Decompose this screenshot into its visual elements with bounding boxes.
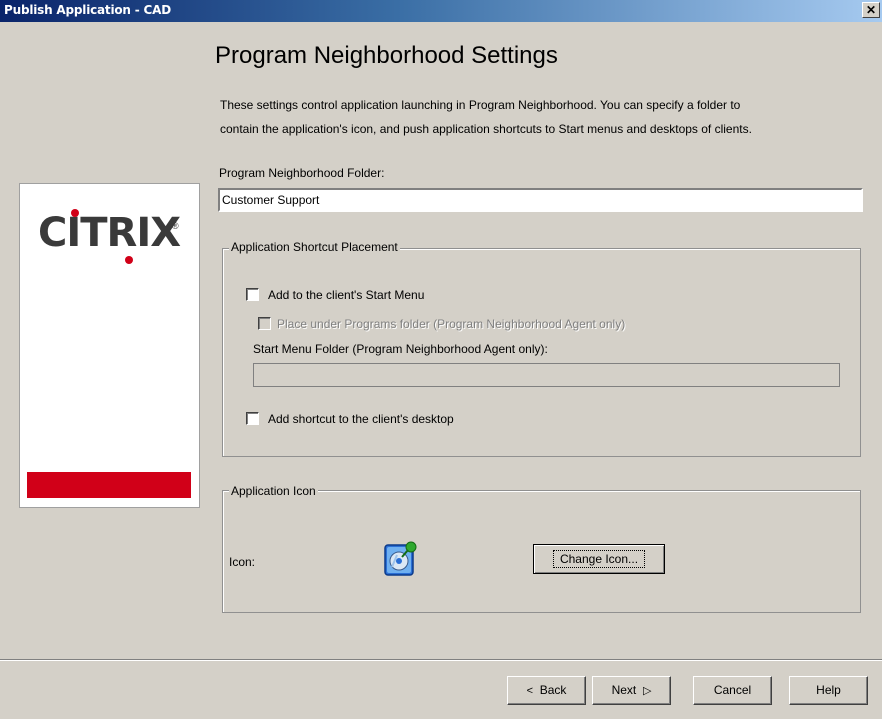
publish-application-dialog: Publish Application - CAD ✕ CITRIX ® Pro… <box>0 0 882 719</box>
change-icon-button[interactable]: Change Icon... <box>533 544 665 574</box>
logo-red-bar <box>27 472 191 498</box>
logo-dot <box>125 256 133 264</box>
place-under-programs-label: Place under Programs folder (Program Nei… <box>277 317 626 331</box>
application-cd-pushpin-icon <box>384 541 417 576</box>
change-icon-label: Change Icon... <box>552 549 646 568</box>
close-button[interactable]: ✕ <box>862 2 880 18</box>
registered-mark: ® <box>172 221 179 231</box>
next-button[interactable]: Next ▷ <box>592 676 671 705</box>
footer-separator-highlight <box>0 660 882 661</box>
citrix-logo-panel: CITRIX ® <box>19 183 200 508</box>
back-button[interactable]: ˂ Back <box>507 676 586 705</box>
window-title: Publish Application - CAD <box>4 3 171 17</box>
page-title: Program Neighborhood Settings <box>215 42 558 69</box>
folder-label: Program Neighborhood Folder: <box>219 166 385 180</box>
close-icon: ✕ <box>865 3 877 17</box>
cancel-button[interactable]: Cancel <box>693 676 772 705</box>
add-start-menu-checkbox[interactable] <box>246 288 259 301</box>
citrix-logo: CITRIX <box>38 210 181 256</box>
description-line: contain the application's icon, and push… <box>220 122 752 136</box>
application-icon-legend: Application Icon <box>229 484 318 498</box>
help-button[interactable]: Help <box>789 676 868 705</box>
shortcut-placement-legend: Application Shortcut Placement <box>229 240 400 254</box>
logo-dot <box>71 209 79 217</box>
description-line: These settings control application launc… <box>220 98 741 112</box>
back-label: Back <box>539 683 567 697</box>
add-desktop-shortcut-label[interactable]: Add shortcut to the client's desktop <box>268 412 454 426</box>
icon-label: Icon: <box>229 555 256 569</box>
place-under-programs-checkbox <box>258 317 271 330</box>
start-menu-folder-label: Start Menu Folder (Program Neighborhood … <box>253 342 548 356</box>
back-arrow-icon: ˂ <box>526 685 534 697</box>
next-label: Next <box>611 683 637 697</box>
add-desktop-shortcut-checkbox[interactable] <box>246 412 259 425</box>
add-start-menu-label[interactable]: Add to the client's Start Menu <box>268 288 424 302</box>
folder-input[interactable] <box>218 188 863 212</box>
next-arrow-icon: ▷ <box>642 685 652 697</box>
start-menu-folder-input <box>253 363 840 387</box>
title-bar[interactable]: Publish Application - CAD ✕ <box>0 0 882 22</box>
